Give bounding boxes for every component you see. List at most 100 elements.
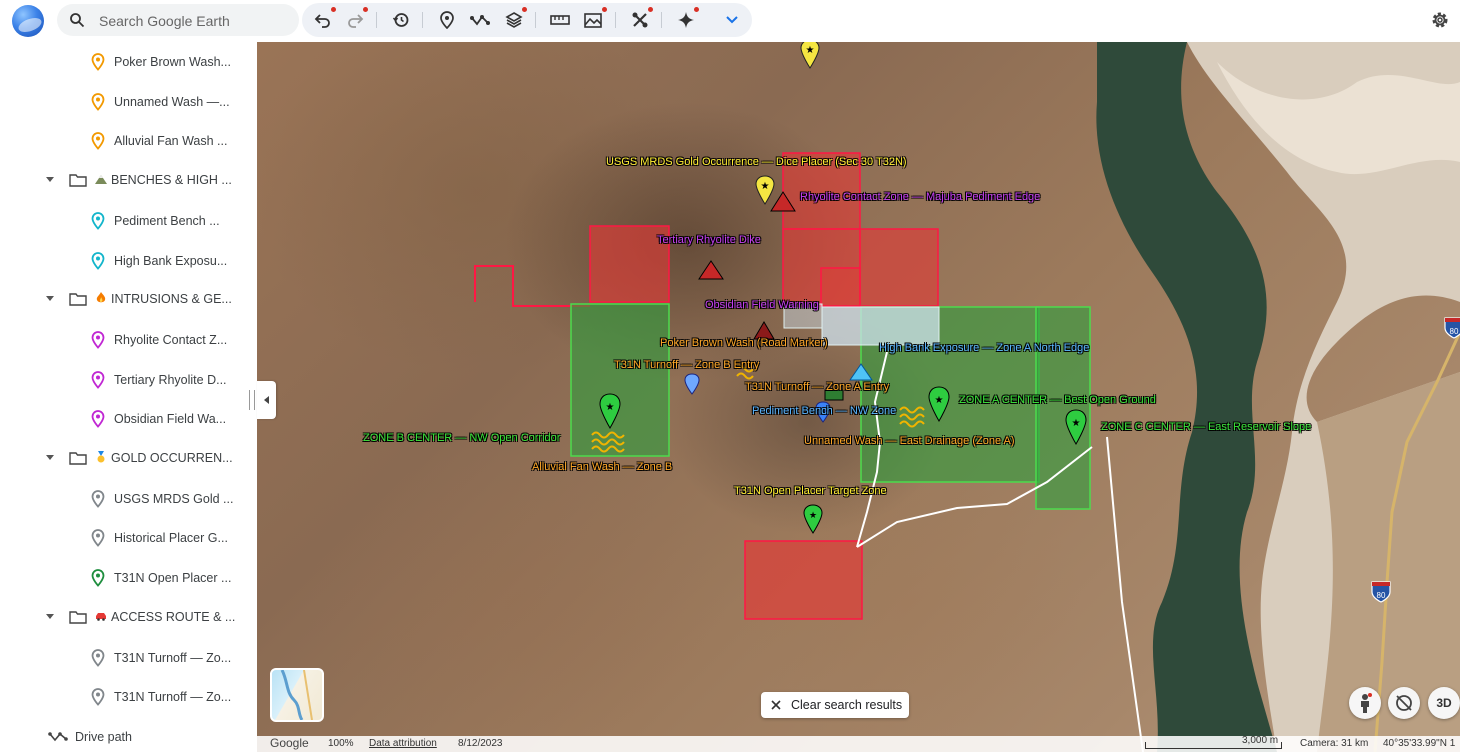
- svg-text:★: ★: [606, 402, 615, 413]
- map-label[interactable]: Tertiary Rhyolite Dike: [657, 234, 761, 246]
- map-label[interactable]: Pediment Bench — NW Zone: [752, 405, 896, 417]
- chevron-left-icon: [263, 396, 269, 404]
- map-overlays: 80 80 ★ ★ ★ ★ ★ ★: [474, 42, 1460, 752]
- sidebar-placemark-item[interactable]: T31N Open Placer ...: [0, 558, 257, 598]
- map-label[interactable]: T31N Turnoff — Zone B Entry: [614, 359, 759, 371]
- fire-icon: [96, 292, 106, 303]
- sidebar-placemark-item[interactable]: T31N Turnoff — Zo...: [0, 677, 257, 717]
- path-icon: [48, 732, 68, 742]
- map-label[interactable]: USGS MRDS Gold Occurrence — Dice Placer …: [606, 156, 907, 168]
- settings-gear-icon[interactable]: [1430, 10, 1450, 30]
- star-pin-icon[interactable]: ★: [800, 42, 820, 69]
- elevation-profile-button[interactable]: [581, 7, 607, 33]
- map-label[interactable]: ZONE C CENTER — East Reservoir Slope: [1101, 421, 1311, 433]
- zoom-level: 100%: [328, 738, 354, 749]
- placemark-icon: [440, 11, 454, 29]
- scale-bar: [1145, 742, 1282, 749]
- search-box[interactable]: [57, 4, 299, 36]
- placemark-pin-icon: [91, 211, 105, 230]
- svg-text:★: ★: [1072, 418, 1081, 429]
- map-label[interactable]: Alluvial Fan Wash — Zone B: [532, 461, 672, 473]
- search-input[interactable]: [97, 10, 291, 32]
- gemini-button[interactable]: [673, 7, 699, 33]
- placemark-pin-icon: [91, 569, 105, 587]
- folder-icon: [69, 452, 87, 465]
- expand-arrow-icon[interactable]: [46, 296, 54, 302]
- map-view[interactable]: 80 80 ★ ★ ★ ★ ★ ★ USGS MRDS Gold Occurre…: [257, 42, 1460, 752]
- sidebar-placemark-item[interactable]: Alluvial Fan Wash ...: [0, 121, 257, 161]
- svg-text:80: 80: [1377, 591, 1386, 600]
- sidebar-folder[interactable]: GOLD OCCURREN...: [0, 439, 257, 479]
- map-label[interactable]: T31N Turnoff — Zone A Entry: [745, 381, 889, 393]
- star-pin-icon[interactable]: ★: [755, 175, 775, 205]
- google-earth-logo-icon[interactable]: [12, 5, 44, 37]
- sidebar-placemark-item[interactable]: T31N Turnoff — Zo...: [0, 638, 257, 678]
- close-icon: [771, 700, 781, 710]
- mountain-image-icon: [584, 13, 602, 28]
- expand-arrow-icon[interactable]: [46, 455, 54, 460]
- volcano-icon[interactable]: [698, 260, 724, 280]
- undo-button[interactable]: [310, 7, 336, 33]
- medal-icon: [97, 451, 105, 463]
- placemark-pin-icon: [91, 410, 105, 429]
- sidebar-placemark-item[interactable]: Poker Brown Wash...: [0, 42, 257, 82]
- folder-label: ACCESS ROUTE & ...: [95, 610, 235, 624]
- svg-text:80: 80: [1450, 327, 1459, 336]
- placemark-pin-icon: [91, 529, 105, 548]
- folder-label: GOLD OCCURREN...: [95, 451, 233, 465]
- sidebar-item-drive-path[interactable]: Drive path: [0, 717, 257, 752]
- blue-pin-icon[interactable]: [684, 373, 700, 395]
- layers-button[interactable]: [501, 7, 527, 33]
- map-style-thumbnail[interactable]: [270, 668, 324, 722]
- map-label[interactable]: ZONE B CENTER — NW Open Corridor: [363, 432, 560, 444]
- placemark-pin-icon: [91, 132, 105, 151]
- redo-button[interactable]: [342, 7, 368, 33]
- street-view-button[interactable]: [1349, 687, 1381, 719]
- map-label[interactable]: Rhyolite Contact Zone — Majuba Pediment …: [800, 191, 1040, 203]
- sidebar-placemark-item[interactable]: Historical Placer G...: [0, 518, 257, 558]
- imagery-date: 8/12/2023: [458, 738, 503, 749]
- toggle-3d-button[interactable]: 3D: [1428, 687, 1460, 719]
- folder-icon: [69, 611, 87, 624]
- map-label[interactable]: Poker Brown Wash (Road Marker): [660, 337, 828, 349]
- green-star-pin-icon[interactable]: ★: [803, 504, 823, 534]
- map-label[interactable]: Unnamed Wash — East Drainage (Zone A): [804, 435, 1015, 447]
- expand-arrow-icon[interactable]: [46, 613, 54, 619]
- measure-button[interactable]: [547, 7, 573, 33]
- map-label[interactable]: High Bank Exposure — Zone A North Edge: [879, 342, 1089, 354]
- sidebar-placemark-item[interactable]: Pediment Bench ...: [0, 201, 257, 241]
- map-label[interactable]: Obsidian Field Warning: [705, 299, 819, 311]
- clear-search-results-button[interactable]: Clear search results: [761, 692, 909, 718]
- collapse-sidebar-button[interactable]: [257, 381, 276, 419]
- search-icon: [70, 13, 85, 28]
- undo-icon: [314, 14, 330, 28]
- expand-arrow-icon[interactable]: [46, 177, 54, 183]
- sidebar-resize-handle[interactable]: [249, 390, 255, 410]
- chevron-down-icon: [726, 16, 738, 24]
- toggle-3d-label: 3D: [1436, 696, 1452, 710]
- placemark-pin-icon: [91, 489, 105, 508]
- sidebar-folder[interactable]: INTRUSIONS & GE...: [0, 280, 257, 320]
- map-label[interactable]: T31N Open Placer Target Zone: [734, 485, 887, 497]
- sidebar-placemark-item[interactable]: Obsidian Field Wa...: [0, 399, 257, 439]
- sidebar-placemark-item[interactable]: High Bank Exposu...: [0, 241, 257, 281]
- sidebar-placemark-item[interactable]: USGS MRDS Gold ...: [0, 479, 257, 519]
- mountain-icon: [95, 175, 107, 185]
- placemark-pin-icon: [91, 92, 105, 111]
- reset-north-button[interactable]: [1388, 687, 1420, 719]
- sidebar-placemark-item[interactable]: Unnamed Wash —...: [0, 82, 257, 122]
- sidebar-folder[interactable]: BENCHES & HIGH ...: [0, 161, 257, 201]
- tools-button[interactable]: [627, 7, 653, 33]
- coordinates: 40°35'33.99"N 1: [1383, 738, 1456, 749]
- sidebar-placemark-item[interactable]: Tertiary Rhyolite D...: [0, 360, 257, 400]
- add-placemark-button[interactable]: [434, 7, 460, 33]
- more-tools-dropdown[interactable]: [719, 7, 745, 33]
- sparkle-icon: [678, 12, 694, 28]
- map-label[interactable]: ZONE A CENTER — Best Open Ground: [959, 394, 1156, 406]
- sidebar-placemark-item[interactable]: Rhyolite Contact Z...: [0, 320, 257, 360]
- sidebar-folder[interactable]: ACCESS ROUTE & ...: [0, 598, 257, 638]
- add-path-button[interactable]: [467, 7, 493, 33]
- svg-text:★: ★: [935, 395, 944, 406]
- history-button[interactable]: [388, 7, 414, 33]
- data-attribution-link[interactable]: Data attribution: [369, 738, 437, 749]
